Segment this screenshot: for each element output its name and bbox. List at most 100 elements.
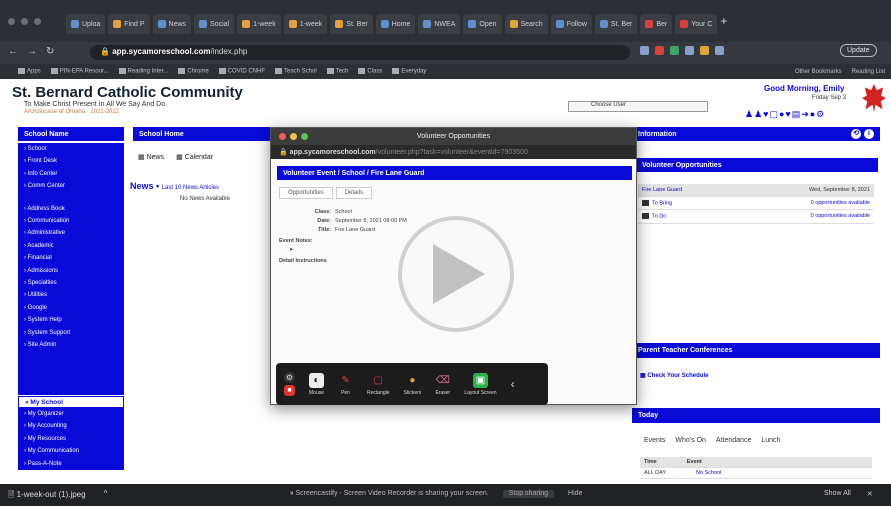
show-all-button[interactable]: Show All [824,490,851,498]
my-school-item[interactable]: › My Resources [18,433,124,445]
update-button[interactable]: Update [840,44,877,57]
hide-button[interactable]: Hide [568,490,582,498]
tool-eraser[interactable]: ⌫ Eraser [435,372,451,396]
new-tab-icon[interactable]: + [720,14,727,34]
row-label[interactable]: Fire Lane Guard [642,187,682,193]
browser-tab[interactable]: Social [194,14,235,34]
today-tab[interactable]: Attendance [716,437,751,444]
tab-calendar[interactable]: ▦ Calendar [176,153,213,161]
close-icon[interactable] [279,133,286,140]
sidebar-item[interactable]: › School [18,143,124,155]
today-tab[interactable]: Who's On [675,437,706,444]
sidebar-item[interactable]: › Google [18,302,124,314]
browser-tab[interactable]: Home [375,14,416,34]
extension-icon[interactable] [700,46,709,55]
bookmark-item[interactable]: PIN-EPA Resour... [50,68,109,75]
check-schedule-link[interactable]: ▦ Check Your Schedule [640,372,708,379]
tool-pen[interactable]: ✎ Pen [338,372,354,396]
download-item[interactable]: 🗎 1-week-out (1).jpeg ^ [8,489,107,503]
tool-stickers[interactable]: ● Stickers [404,372,421,396]
row-text[interactable]: To Do [652,214,666,220]
browser-tab[interactable]: St. Ber [594,14,638,34]
my-school-header[interactable]: » My School [18,396,124,408]
tab-opportunities[interactable]: Opportunities [279,187,333,199]
my-school-item[interactable]: › Pass-A-Note [18,458,124,470]
browser-tab[interactable]: St. Ber [330,14,373,34]
refresh-icon[interactable]: ⟲ [851,129,861,139]
info-icon[interactable]: i [864,129,874,139]
my-school-item[interactable]: › My Accounting [18,420,124,432]
bookmark-item[interactable]: Chrome [178,68,209,75]
browser-tab[interactable]: Your C [675,14,718,34]
tool-mouse[interactable]: ◐ Mouse [309,372,324,396]
file-name[interactable]: 🗎 1-week-out (1).jpeg [8,489,86,503]
tab-news[interactable]: ▦ News [138,153,164,161]
today-tab[interactable]: Events [644,437,665,444]
my-school-item[interactable]: › My Organizer [18,408,124,420]
close-downloads-icon[interactable]: ✕ [867,490,873,498]
sidebar-item[interactable]: › Administrative [18,227,124,239]
row-text[interactable]: Fire Lane Guard [642,187,682,193]
sidebar-item[interactable]: › System Support [18,327,124,339]
browser-tab[interactable]: Uploa [66,14,106,34]
row-text[interactable]: To Bring [652,200,672,206]
browser-tab[interactable]: Find P [108,14,150,34]
browser-tab[interactable]: Follow [550,14,592,34]
browser-tab[interactable]: 1-week [237,14,281,34]
sidebar-item[interactable] [18,193,124,203]
extension-icon[interactable] [715,46,724,55]
quick-icons[interactable]: ♟♟♥▢●♥▤➜●⚙ [745,109,825,120]
tool-rectangle[interactable]: ▢ Rectangle [367,372,390,396]
reload-icon[interactable]: ↻ [46,46,54,57]
row-value[interactable]: 0 opportunities available [811,200,870,206]
bookmark-item[interactable]: Everyday [392,68,426,75]
bookmark-item[interactable]: COVID CNHF [218,68,265,75]
sidebar-item[interactable]: › Front Desk [18,155,124,167]
tool-layout-screen[interactable]: ▣ Layout Screen [464,372,497,396]
extension-icon[interactable] [685,46,694,55]
event-cell[interactable]: Event [687,459,702,465]
browser-tab[interactable]: 1-week [283,14,328,34]
download-menu-icon[interactable]: ^ [104,489,108,503]
address-bar[interactable]: 🔒 app.sycamoreschool.com/index.php [90,45,630,60]
row-value[interactable]: 0 opportunities available [811,213,870,219]
minimize-icon[interactable] [290,133,297,140]
row-label[interactable]: To Bring [642,200,672,206]
bookmark-item[interactable]: Teach Schol [275,68,317,75]
bookmark-item[interactable]: Reading Inter... [118,68,168,75]
stop-record-icon[interactable]: ■ [284,385,295,396]
sidebar-item[interactable]: › System Help [18,314,124,326]
sidebar-item[interactable]: › Financial [18,252,124,264]
sidebar-item[interactable]: › Info Center [18,168,124,180]
row-label[interactable]: To Do [642,213,666,220]
window-controls[interactable] [8,18,41,25]
sidebar-item[interactable]: › Site Admin [18,339,124,351]
settings-icon[interactable]: ⚙ [284,372,295,383]
tab-details[interactable]: Details [335,187,373,199]
sidebar-item[interactable]: › Comm Center [18,180,124,192]
recorder-controls[interactable]: ⚙ ■ [284,372,295,396]
browser-tab[interactable]: NWEA [418,14,461,34]
browser-tab[interactable]: Search [504,14,548,34]
sidebar-item[interactable]: › Specialties [18,277,124,289]
extension-icon[interactable] [655,46,664,55]
event-cell[interactable]: No School [696,470,721,476]
sidebar-item[interactable]: › Academic [18,240,124,252]
bookmark-item[interactable]: Tech [326,68,348,75]
today-tab[interactable]: Lunch [761,437,780,444]
forward-icon[interactable]: → [27,46,37,57]
sidebar-item[interactable]: › Communication [18,215,124,227]
browser-tab[interactable]: News [152,14,192,34]
maximize-icon[interactable] [301,133,308,140]
bookmark-item[interactable]: Class [358,68,382,75]
reading-list[interactable]: Reading List [852,69,885,75]
user-chooser-select[interactable]: Choose User [568,101,708,112]
collapse-icon[interactable]: ‹ [511,377,515,391]
bookmark-item[interactable]: Apps [18,68,41,75]
stop-sharing-button[interactable]: Stop sharing [502,490,555,498]
extension-icon[interactable] [640,46,649,55]
row-value[interactable]: Wed, September 8, 2021 [809,187,870,193]
sidebar-item[interactable]: › Address Book [18,203,124,215]
back-icon[interactable]: ← [8,46,18,57]
sidebar-item[interactable]: › Utilities [18,289,124,301]
